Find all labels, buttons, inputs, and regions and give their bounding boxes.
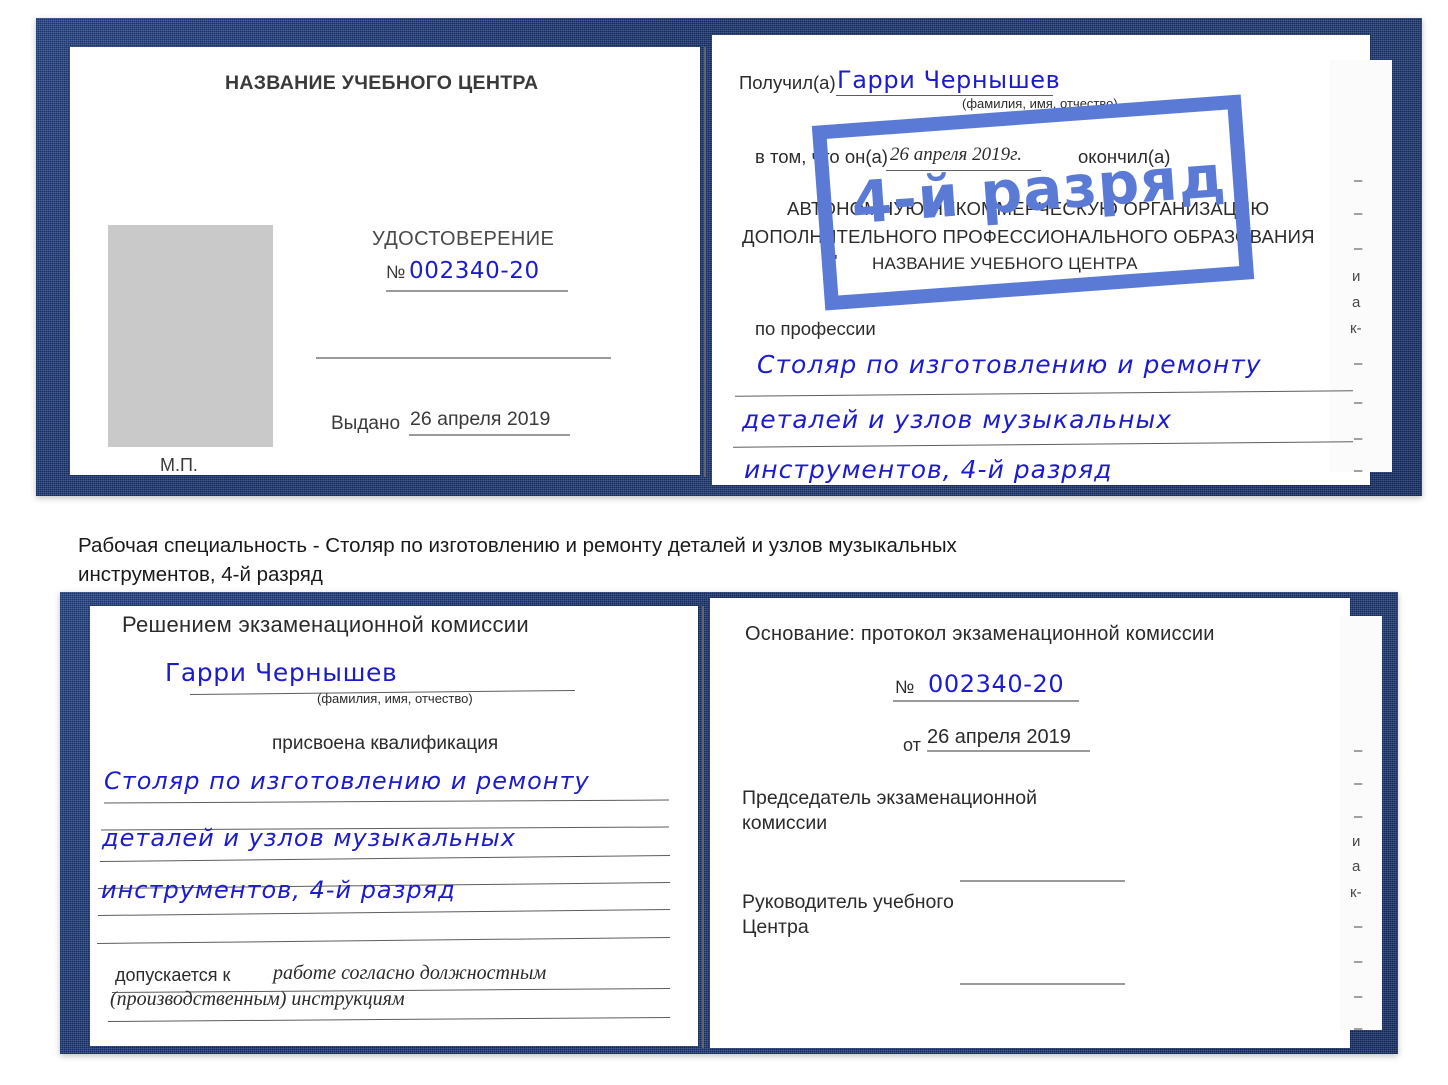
top-right-received-label: Получил(а) xyxy=(739,72,836,93)
certificate-bottom-spine xyxy=(702,606,704,1048)
top-left-issued-value: 26 апреля 2019 xyxy=(410,408,551,430)
top-left-blank-rule xyxy=(316,357,611,359)
bottom-edge-fragment-6: – xyxy=(1354,918,1363,935)
bottom-edge-fragment-8: – xyxy=(1354,988,1363,1005)
top-right-finished-label: окончил(а) xyxy=(1078,146,1171,167)
top-edge-fragment-5: к- xyxy=(1350,320,1362,337)
top-edge-fragment-6: – xyxy=(1354,355,1363,372)
top-left-seal-label: М.П. xyxy=(160,455,198,475)
bottom-left-name-value: Гарри Чернышев xyxy=(165,658,398,687)
bottom-left-qualification-label: присвоена квалификация xyxy=(272,733,499,754)
top-right-in-that-label: в том, что он(а) xyxy=(755,146,888,167)
top-left-heading: НАЗВАНИЕ УЧЕБНОГО ЦЕНТРА xyxy=(225,72,539,94)
top-right-profession-label: по профессии xyxy=(755,318,876,339)
bottom-right-date-value: 26 апреля 2019 xyxy=(927,726,1071,748)
top-right-org-line2: ДОПОЛНИТЕЛЬНОГО ПРОФЕССИОНАЛЬНОГО ОБРАЗО… xyxy=(742,226,1315,247)
top-right-org-name: НАЗВАНИЕ УЧЕБНОГО ЦЕНТРА xyxy=(872,254,1138,273)
top-right-profession-line1: Столяр по изготовлению и ремонту xyxy=(757,350,1262,379)
bottom-edge-fragment-3: и xyxy=(1352,833,1361,850)
bottom-edge-fragment-1: – xyxy=(1354,775,1363,792)
bottom-right-chairman-line2: комиссии xyxy=(742,812,828,834)
bottom-right-basis-label: Основание: протокол экзаменационной коми… xyxy=(745,623,1215,645)
bottom-edge-fragment-4: а xyxy=(1352,858,1361,875)
bottom-left-admitted-value-line2: (производственным) инструкциям xyxy=(110,988,405,1010)
bottom-edge-fragment-2: – xyxy=(1354,808,1363,825)
bottom-edge-fragment-7: – xyxy=(1354,953,1363,970)
bottom-edge-fragment-5: к- xyxy=(1350,884,1362,901)
top-left-issued-label: Выдано xyxy=(331,413,401,434)
top-edge-fragment-9: – xyxy=(1354,462,1363,479)
top-right-profession-line3: инструментов, 4-й разряд xyxy=(744,455,1113,484)
top-edge-fragment-2: – xyxy=(1354,240,1363,257)
top-right-completion-date: 26 апреля 2019г. xyxy=(890,144,1022,165)
top-right-profession-line2: деталей и узлов музыкальных xyxy=(742,405,1173,434)
top-right-received-value: Гарри Чернышев xyxy=(837,66,1061,94)
page-caption: Рабочая специальность - Столяр по изгото… xyxy=(78,534,957,586)
top-right-org-quote-open: " xyxy=(831,252,838,272)
top-edge-fragment-8: – xyxy=(1354,430,1363,447)
bottom-left-admitted-label: допускается к xyxy=(115,965,231,985)
top-left-number-rule xyxy=(386,290,568,292)
bottom-left-admitted-value-line1: работе согласно должностным xyxy=(273,962,547,984)
bottom-right-number-value: 002340-20 xyxy=(928,670,1065,698)
bottom-right-number-rule xyxy=(893,700,1079,702)
top-right-name-hint: (фамилия, имя, отчество) xyxy=(962,96,1118,111)
top-edge-fragment-3: и xyxy=(1352,268,1361,285)
bottom-right-head-sign-rule xyxy=(960,983,1125,985)
bottom-edge-fragment-9: – xyxy=(1354,1020,1363,1037)
top-edge-fragment-7: – xyxy=(1354,394,1363,411)
bottom-left-qualification-line3: инструментов, 4-й разряд xyxy=(101,876,456,904)
top-edge-fragment-0: – xyxy=(1354,172,1363,189)
bottom-edge-fragment-0: – xyxy=(1354,742,1363,759)
bottom-right-date-rule xyxy=(927,750,1090,752)
photo-placeholder xyxy=(108,225,273,447)
top-left-issued-rule xyxy=(409,434,570,436)
bottom-right-date-label: от xyxy=(903,735,921,755)
bottom-right-head-line1: Руководитель учебного xyxy=(742,891,954,913)
top-right-date-rule xyxy=(886,170,1041,171)
bottom-right-chairman-sign-rule xyxy=(960,880,1125,882)
top-left-number-symbol: № xyxy=(386,262,406,282)
top-right-org-line1: АВТОНОМНУЮ НЕКОММЕРЧЕСКУЮ ОРГАНИЗАЦИЮ xyxy=(787,198,1270,219)
bottom-right-chairman-line1: Председатель экзаменационной xyxy=(742,787,1038,809)
top-right-org-quote-close: " xyxy=(1246,252,1253,272)
certificate-scan-page: НАЗВАНИЕ УЧЕБНОГО ЦЕНТРА УДОСТОВЕРЕНИЕ №… xyxy=(0,0,1448,1085)
top-left-doc-title: УДОСТОВЕРЕНИЕ xyxy=(372,228,555,250)
bottom-left-qualification-line1: Столяр по изготовлению и ремонту xyxy=(104,767,590,795)
bottom-left-name-hint: (фамилия, имя, отчество) xyxy=(317,691,473,706)
top-left-number-value: 002340-20 xyxy=(409,258,540,284)
bottom-left-heading: Решением экзаменационной комиссии xyxy=(122,612,529,637)
bottom-right-head-line2: Центра xyxy=(742,916,809,938)
top-edge-fragment-1: – xyxy=(1354,205,1363,222)
top-edge-fragment-4: а xyxy=(1352,294,1361,311)
certificate-top-spine xyxy=(704,47,706,477)
bottom-left-qualification-line2: деталей и узлов музыкальных xyxy=(102,824,516,852)
bottom-right-number-symbol: № xyxy=(895,677,915,697)
